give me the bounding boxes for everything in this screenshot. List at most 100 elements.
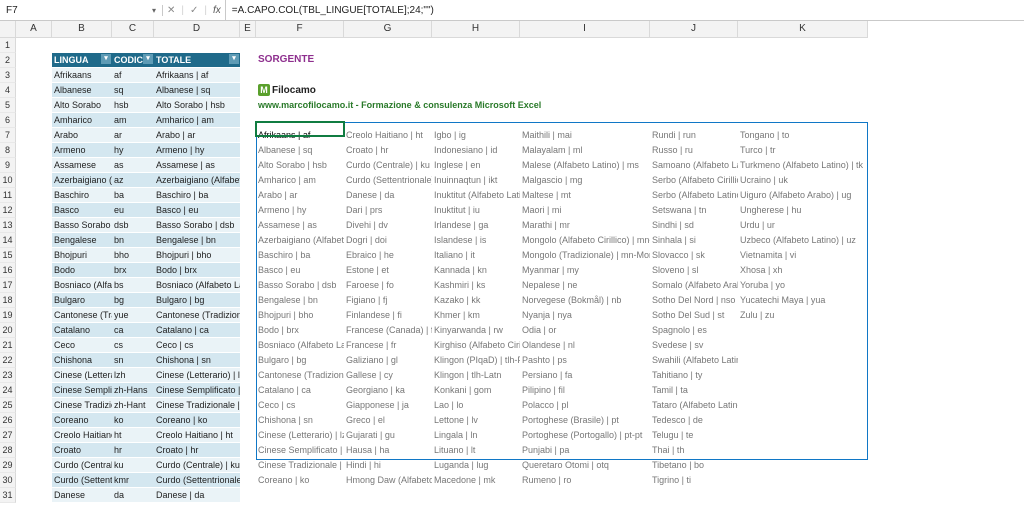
spill-cell[interactable] xyxy=(738,398,868,412)
table-cell-lingua[interactable]: Cantonese (Tradizionale) xyxy=(52,308,112,322)
cell[interactable] xyxy=(520,38,650,52)
cell-e[interactable] xyxy=(240,218,256,232)
table-cell-codice[interactable]: eu xyxy=(112,203,154,217)
spill-cell[interactable]: Telugu | te xyxy=(650,428,738,442)
row-header[interactable]: 2 xyxy=(0,53,16,68)
table-cell-totale[interactable]: Coreano | ko xyxy=(154,413,240,427)
spill-cell[interactable]: Rumeno | ro xyxy=(520,473,650,487)
cell[interactable] xyxy=(650,98,738,112)
spill-cell[interactable]: Malgascio | mg xyxy=(520,173,650,187)
cell[interactable] xyxy=(344,38,432,52)
cell-e[interactable] xyxy=(240,473,256,487)
cell[interactable] xyxy=(650,53,738,67)
spill-cell[interactable]: Portoghese (Brasile) | pt xyxy=(520,413,650,427)
table-cell-totale[interactable]: Curdo (Centrale) | ku xyxy=(154,458,240,472)
table-cell-codice[interactable]: dsb xyxy=(112,218,154,232)
cell[interactable] xyxy=(432,53,520,67)
row-header[interactable]: 8 xyxy=(0,143,16,158)
table-cell-totale[interactable]: Arabo | ar xyxy=(154,128,240,142)
spill-cell[interactable]: Macedone | mk xyxy=(432,473,520,487)
name-box[interactable]: F7 ▾ xyxy=(0,5,163,16)
spill-cell[interactable]: Cantonese (Tradizionale) | yue xyxy=(256,368,344,382)
spill-cell[interactable]: Persiano | fa xyxy=(520,368,650,382)
spill-cell[interactable]: Alto Sorabo | hsb xyxy=(256,158,344,172)
table-cell-codice[interactable]: ba xyxy=(112,188,154,202)
row-header[interactable]: 1 xyxy=(0,38,16,53)
column-header[interactable]: D xyxy=(154,21,240,38)
cell-e[interactable] xyxy=(240,83,256,97)
spill-cell[interactable]: Estone | et xyxy=(344,263,432,277)
spill-cell[interactable]: Divehi | dv xyxy=(344,218,432,232)
spill-cell[interactable]: Dari | prs xyxy=(344,203,432,217)
row-header[interactable]: 19 xyxy=(0,308,16,323)
spill-cell[interactable]: Tigrino | ti xyxy=(650,473,738,487)
table-cell-codice[interactable]: ku xyxy=(112,458,154,472)
spill-cell[interactable]: Norvegese (Bokmål) | nb xyxy=(520,293,650,307)
spill-cell[interactable]: Irlandese | ga xyxy=(432,218,520,232)
spill-cell[interactable]: Slovacco | sk xyxy=(650,248,738,262)
table-cell-codice[interactable]: kmr xyxy=(112,473,154,487)
cell-e[interactable] xyxy=(240,338,256,352)
spill-cell[interactable]: Nyanja | nya xyxy=(520,308,650,322)
row-header[interactable]: 26 xyxy=(0,413,16,428)
spill-cell[interactable]: Afrikaans | af xyxy=(256,128,344,142)
spill-cell[interactable]: Faroese | fo xyxy=(344,278,432,292)
table-cell-codice[interactable]: az xyxy=(112,173,154,187)
cell[interactable] xyxy=(520,488,650,502)
table-cell-lingua[interactable]: Assamese xyxy=(52,158,112,172)
filter-icon[interactable]: ▾ xyxy=(143,54,153,64)
row-header[interactable]: 7 xyxy=(0,128,16,143)
cancel-icon[interactable]: ✕ xyxy=(167,5,175,16)
spill-cell[interactable]: Islandese | is xyxy=(432,233,520,247)
table-cell-lingua[interactable]: Armeno xyxy=(52,143,112,157)
table-cell-totale[interactable]: Bodo | brx xyxy=(154,263,240,277)
table-cell-lingua[interactable]: Basso Sorabo xyxy=(52,218,112,232)
table-cell-totale[interactable]: Alto Sorabo | hsb xyxy=(154,98,240,112)
cell-a[interactable] xyxy=(16,128,52,142)
cell-e[interactable] xyxy=(240,248,256,262)
cell[interactable] xyxy=(344,113,432,127)
row-header[interactable]: 14 xyxy=(0,233,16,248)
spill-cell[interactable] xyxy=(738,323,868,337)
table-cell-lingua[interactable]: Bengalese xyxy=(52,233,112,247)
table-cell-lingua[interactable]: Baschiro xyxy=(52,188,112,202)
spill-cell[interactable]: Luganda | lug xyxy=(432,458,520,472)
cell-e[interactable] xyxy=(240,368,256,382)
formula-input[interactable]: =A.CAPO.COL(TBL_LINGUE[TOTALE];24;"") xyxy=(226,5,1024,16)
column-header[interactable] xyxy=(0,21,16,38)
table-cell-codice[interactable]: da xyxy=(112,488,154,502)
row-header[interactable]: 3 xyxy=(0,68,16,83)
cell-e[interactable] xyxy=(240,143,256,157)
spill-cell[interactable]: Zulu | zu xyxy=(738,308,868,322)
table-cell-totale[interactable]: Basso Sorabo | dsb xyxy=(154,218,240,232)
spill-cell[interactable]: Bhojpuri | bho xyxy=(256,308,344,322)
column-header[interactable]: C xyxy=(112,21,154,38)
table-cell-lingua[interactable]: Creolo Haitiano xyxy=(52,428,112,442)
cell-a[interactable] xyxy=(16,413,52,427)
cell-a[interactable] xyxy=(16,68,52,82)
cell[interactable] xyxy=(432,68,520,82)
cell-e[interactable] xyxy=(240,428,256,442)
table-cell-codice[interactable]: lzh xyxy=(112,368,154,382)
row-header[interactable]: 17 xyxy=(0,278,16,293)
spill-cell[interactable]: Bulgaro | bg xyxy=(256,353,344,367)
row-header[interactable]: 9 xyxy=(0,158,16,173)
table-cell-codice[interactable]: bg xyxy=(112,293,154,307)
row-header[interactable]: 6 xyxy=(0,113,16,128)
row-header[interactable]: 18 xyxy=(0,293,16,308)
spill-cell[interactable]: Galiziano | gl xyxy=(344,353,432,367)
spill-cell[interactable]: Turkmeno (Alfabeto Latino) | tk xyxy=(738,158,868,172)
cell-a[interactable] xyxy=(16,248,52,262)
spill-cell[interactable]: Curdo (Settentrionale) | kmr xyxy=(344,173,432,187)
cell[interactable] xyxy=(650,113,738,127)
spill-cell[interactable]: Danese | da xyxy=(344,188,432,202)
table-cell-lingua[interactable]: Azerbaigiano (Alfabeto Latino) xyxy=(52,173,112,187)
table-cell-lingua[interactable]: Chishona xyxy=(52,353,112,367)
table-cell-totale[interactable]: Bhojpuri | bho xyxy=(154,248,240,262)
cell[interactable] xyxy=(738,53,868,67)
cell-e[interactable] xyxy=(240,188,256,202)
spill-cell[interactable]: Urdu | ur xyxy=(738,218,868,232)
cell-a[interactable] xyxy=(16,83,52,97)
spill-cell[interactable]: Sinhala | si xyxy=(650,233,738,247)
spill-cell[interactable]: Ucraino | uk xyxy=(738,173,868,187)
